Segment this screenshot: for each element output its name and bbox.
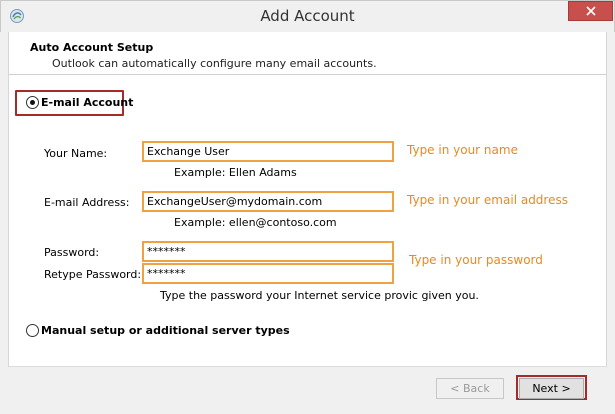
header-divider — [9, 74, 606, 75]
dialog-header: Auto Account Setup Outlook can automatic… — [9, 32, 606, 74]
title-bar: Add Account — [0, 0, 615, 32]
retype-password-input[interactable]: ******* — [142, 263, 394, 284]
password-hint: Type in your password — [409, 253, 543, 267]
header-title: Auto Account Setup — [30, 41, 154, 54]
email-address-input[interactable]: ExchangeUser@mydomain.com — [142, 191, 394, 212]
header-subtitle: Outlook can automatically configure many… — [52, 57, 377, 70]
email-account-radio[interactable] — [26, 96, 39, 109]
your-name-label: Your Name: — [44, 147, 108, 160]
dialog-content: Auto Account Setup Outlook can automatic… — [8, 32, 607, 405]
password-label: Password: — [44, 246, 100, 259]
password-input[interactable]: ******* — [142, 241, 394, 262]
email-account-label: E-mail Account — [41, 96, 134, 109]
your-name-hint: Type in your name — [407, 143, 518, 157]
dialog-footer: < Back Next > — [8, 366, 607, 414]
password-note: Type the password your Internet service … — [160, 289, 479, 302]
window-title: Add Account — [260, 7, 355, 25]
manual-setup-label: Manual setup or additional server types — [41, 324, 290, 337]
close-icon — [585, 6, 596, 16]
next-button[interactable]: Next > — [519, 378, 584, 399]
your-name-example: Example: Ellen Adams — [174, 166, 297, 179]
email-address-example: Example: ellen@contoso.com — [174, 216, 337, 229]
email-address-hint: Type in your email address — [407, 193, 568, 207]
email-address-label: E-mail Address: — [44, 196, 130, 209]
your-name-input[interactable]: Exchange User — [142, 141, 394, 162]
close-button[interactable] — [568, 1, 613, 21]
manual-setup-radio[interactable] — [26, 324, 39, 337]
retype-password-label: Retype Password: — [44, 268, 142, 281]
back-button[interactable]: < Back — [436, 378, 504, 399]
